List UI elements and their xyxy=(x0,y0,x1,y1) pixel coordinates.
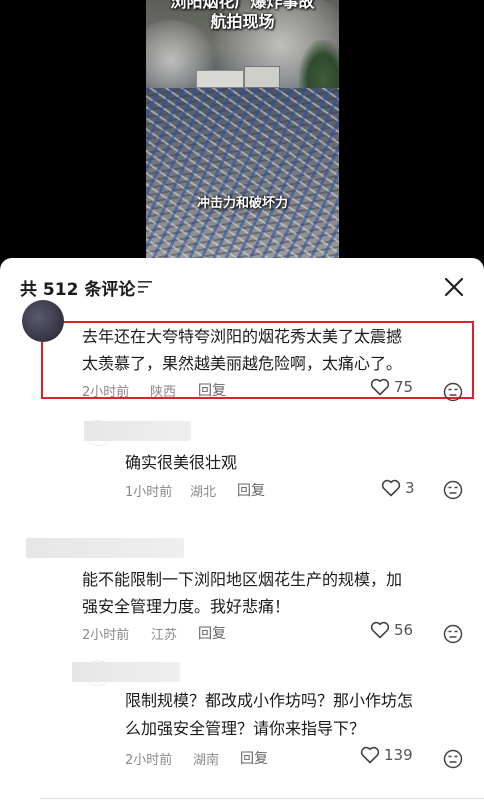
comment-text-line: 去年还在大夸特夸浏阳的烟花秀太美了太震撼 xyxy=(82,327,403,346)
like-count: 3 xyxy=(405,479,415,497)
dislike-icon[interactable] xyxy=(443,749,463,769)
comment-time: 2小时前 xyxy=(82,385,130,400)
building xyxy=(196,70,244,88)
video-frame: 浏阳烟花厂爆炸事故 航拍现场 冲击力和破坏力 xyxy=(146,0,339,262)
video-title-line2: 航拍现场 xyxy=(210,12,275,31)
comment-location: 湖南 xyxy=(193,753,220,768)
comment-text-line: 能不能限制一下浏阳地区烟花生产的规模，加 xyxy=(82,570,403,589)
building xyxy=(244,66,280,88)
comment-location: 陕西 xyxy=(150,385,177,400)
debris-field xyxy=(146,88,339,262)
reply-button[interactable]: 回复 xyxy=(240,748,268,768)
comment-time: 2小时前 xyxy=(82,628,130,643)
reply-button[interactable]: 回复 xyxy=(237,480,265,500)
comment-sheet: 共 512 条评论 去年还在大夸特夸浏阳的烟花秀太美了太震撼 太羡慕了，果然越美… xyxy=(0,258,484,800)
masked-username xyxy=(72,662,180,682)
avatar[interactable] xyxy=(22,300,64,342)
comment-text-line: 确实很美很壮观 xyxy=(125,453,238,472)
like-count: 75 xyxy=(394,378,414,396)
sort-icon[interactable] xyxy=(138,281,152,293)
comment-time: 2小时前 xyxy=(125,753,173,768)
comment-text-line: 强安全管理力度。我好悲痛！ xyxy=(82,597,291,616)
video-player[interactable]: 浏阳烟花厂爆炸事故 航拍现场 冲击力和破坏力 xyxy=(0,0,484,262)
reply-button[interactable]: 回复 xyxy=(198,623,226,643)
like-button[interactable]: 75 xyxy=(370,378,413,396)
comment-location: 湖北 xyxy=(190,485,217,500)
comment-time: 1小时前 xyxy=(125,485,173,500)
comment-location: 江苏 xyxy=(151,628,178,643)
comment-sheet-header: 共 512 条评论 xyxy=(0,258,484,314)
heart-icon xyxy=(381,479,401,497)
like-button[interactable]: 139 xyxy=(360,746,413,764)
comment-text-line: 限制规模？都改成小作坊吗？那小作坊怎 xyxy=(125,691,414,710)
comment-count: 共 512 条评论 xyxy=(20,280,136,300)
divider xyxy=(40,798,484,799)
heart-icon xyxy=(360,746,380,764)
like-button[interactable]: 56 xyxy=(370,621,413,639)
heart-icon xyxy=(370,621,390,639)
dislike-icon[interactable] xyxy=(443,624,463,644)
comment-text-line: 么加强安全管理？请你来指导下？ xyxy=(125,719,366,738)
close-icon[interactable] xyxy=(443,276,465,298)
reply-button[interactable]: 回复 xyxy=(198,380,226,400)
masked-username xyxy=(84,421,191,441)
dislike-icon[interactable] xyxy=(443,382,463,402)
video-title-line1: 浏阳烟花厂爆炸事故 xyxy=(170,0,315,11)
like-count: 56 xyxy=(394,621,414,639)
like-button[interactable]: 3 xyxy=(381,479,415,497)
like-count: 139 xyxy=(384,746,413,764)
heart-icon xyxy=(370,378,390,396)
comment-text-line: 太羡慕了，果然越美丽越危险啊，太痛心了。 xyxy=(82,354,403,373)
video-caption: 冲击力和破坏力 xyxy=(196,196,288,211)
masked-username xyxy=(26,538,184,558)
dislike-icon[interactable] xyxy=(443,480,463,500)
